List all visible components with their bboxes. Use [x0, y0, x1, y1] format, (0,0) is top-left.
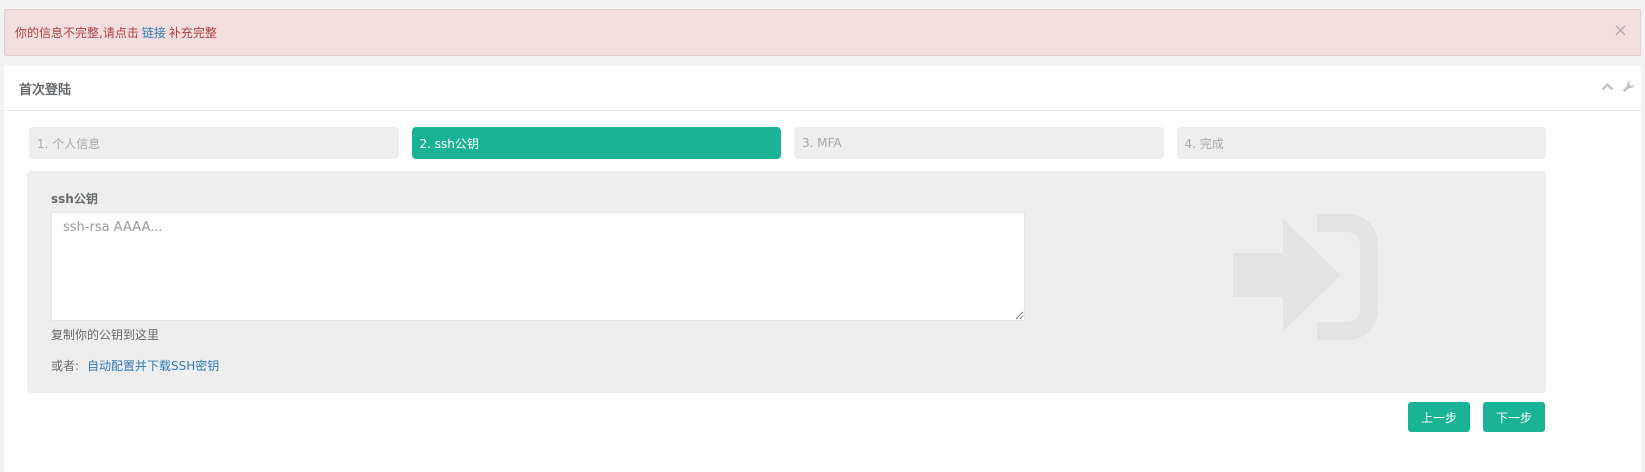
- step-content: ssh公钥 复制你的公钥到这里 或者: 自动配置并下载SSH密钥: [27, 171, 1546, 393]
- alternative-option: 或者: 自动配置并下载SSH密钥: [51, 357, 219, 374]
- or-label: 或者:: [51, 359, 80, 373]
- step-mfa[interactable]: 3. MFA: [794, 127, 1164, 159]
- panel-tools: [1601, 80, 1635, 93]
- panel-title: 首次登陆: [4, 66, 1641, 111]
- alert-text-before: 你的信息不完整,请点击: [15, 26, 139, 40]
- wizard-steps: 1. 个人信息 2. ssh公钥 3. MFA 4. 完成: [29, 127, 1546, 159]
- auto-generate-ssh-link[interactable]: 自动配置并下载SSH密钥: [87, 359, 219, 373]
- step-complete[interactable]: 4. 完成: [1176, 127, 1546, 159]
- ssh-key-textarea[interactable]: [51, 212, 1025, 321]
- first-login-panel: 首次登陆 1. 个人信息 2. ssh公钥 3. MFA 4. 完成 ssh公钥…: [4, 66, 1641, 472]
- next-step-button[interactable]: 下一步: [1483, 402, 1545, 432]
- chevron-up-icon[interactable]: [1601, 82, 1614, 91]
- alert-link[interactable]: 链接: [142, 24, 166, 41]
- sign-in-icon: [1223, 211, 1393, 345]
- alert-text-after: 补充完整: [168, 26, 217, 40]
- ssh-key-help: 复制你的公钥到这里: [51, 328, 160, 342]
- ssh-key-label: ssh公钥: [51, 192, 98, 206]
- wrench-icon[interactable]: [1622, 80, 1635, 93]
- close-icon[interactable]: ×: [1613, 22, 1628, 40]
- prev-step-button[interactable]: 上一步: [1408, 402, 1470, 432]
- alert-banner: 你的信息不完整,请点击 链接 补充完整 ×: [4, 9, 1641, 56]
- step-ssh-key[interactable]: 2. ssh公钥: [411, 127, 781, 159]
- step-personal-info[interactable]: 1. 个人信息: [29, 127, 399, 159]
